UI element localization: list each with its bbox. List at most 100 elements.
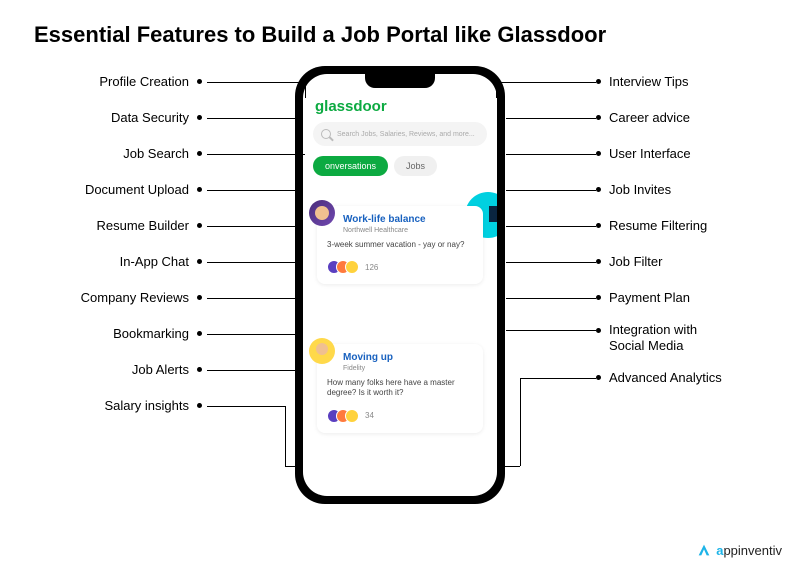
connector-line <box>207 298 295 299</box>
connector-line <box>207 154 305 155</box>
connector-line <box>520 378 521 466</box>
connector-line <box>305 82 306 98</box>
dot-icon <box>596 375 601 380</box>
reaction-count: 34 <box>365 411 374 420</box>
reactions: 34 <box>327 409 473 423</box>
feature-label: Data Security <box>111 110 189 125</box>
reaction-icons <box>327 409 359 423</box>
post-title: Work-life balance <box>343 214 473 225</box>
dot-icon <box>596 187 601 192</box>
feature-label: Job Alerts <box>132 362 189 377</box>
feature-data-security: Data Security <box>111 110 202 125</box>
dot-icon <box>596 115 601 120</box>
connector-line <box>207 226 295 227</box>
connector-line <box>285 406 286 466</box>
post-subtitle: Fidelity <box>343 365 473 372</box>
tab-jobs[interactable]: Jobs <box>394 156 437 176</box>
logo-icon <box>696 542 712 558</box>
feature-advanced-analytics: Advanced Analytics <box>596 370 722 385</box>
post-body: How many folks here have a master degree… <box>327 378 473 399</box>
phone-frame: glassdoor Search Jobs, Salaries, Reviews… <box>295 66 505 504</box>
feature-label: Resume Builder <box>97 218 190 233</box>
feature-job-search: Job Search <box>123 146 202 161</box>
dot-icon <box>197 259 202 264</box>
search-icon <box>321 129 331 139</box>
tab-conversations[interactable]: onversations <box>313 156 388 176</box>
connector-line <box>506 330 596 331</box>
search-input[interactable]: Search Jobs, Salaries, Reviews, and more… <box>313 122 487 146</box>
avatar <box>309 338 335 364</box>
feature-label: Company Reviews <box>81 290 189 305</box>
tab-bar: onversations Jobs <box>313 156 437 176</box>
dot-icon <box>596 79 601 84</box>
connector-line <box>207 82 305 83</box>
post-title: Moving up <box>343 352 473 363</box>
phone-screen: glassdoor Search Jobs, Salaries, Reviews… <box>303 74 497 496</box>
feature-label: Salary insights <box>104 398 189 413</box>
connector-line <box>207 262 295 263</box>
dot-icon <box>197 295 202 300</box>
dot-icon <box>197 367 202 372</box>
feature-label: Job Filter <box>609 254 662 269</box>
feature-label: Integration withSocial Media <box>609 322 697 353</box>
feature-document-upload: Document Upload <box>85 182 202 197</box>
feature-label: User Interface <box>609 146 691 161</box>
connector-line <box>506 190 596 191</box>
post-card[interactable]: Moving up Fidelity How many folks here h… <box>317 344 483 433</box>
feature-profile-creation: Profile Creation <box>99 74 202 89</box>
connector-line <box>520 378 596 379</box>
connector-line <box>496 82 497 98</box>
feature-label: Bookmarking <box>113 326 189 341</box>
feature-label: Interview Tips <box>609 74 688 89</box>
dot-icon <box>197 187 202 192</box>
connector-line <box>506 118 596 119</box>
post-card[interactable]: Work-life balance Northwell Healthcare 3… <box>317 206 483 284</box>
connector-line <box>207 370 295 371</box>
feature-interview-tips: Interview Tips <box>596 74 688 89</box>
connector-line <box>506 262 596 263</box>
feature-social-media: Integration withSocial Media <box>596 322 697 353</box>
connector-line <box>207 118 295 119</box>
feature-in-app-chat: In-App Chat <box>120 254 202 269</box>
dot-icon <box>197 115 202 120</box>
feature-label: Document Upload <box>85 182 189 197</box>
dot-icon <box>197 403 202 408</box>
connector-line <box>207 334 295 335</box>
phone-notch <box>365 74 435 88</box>
post-body: 3-week summer vacation - yay or nay? <box>327 240 473 250</box>
feature-job-alerts: Job Alerts <box>132 362 202 377</box>
feature-resume-filtering: Resume Filtering <box>596 218 707 233</box>
connector-line <box>496 82 596 83</box>
connector-line <box>207 190 295 191</box>
connector-line <box>207 406 285 407</box>
reactions: 126 <box>327 260 473 274</box>
reaction-count: 126 <box>365 263 378 272</box>
feature-job-invites: Job Invites <box>596 182 671 197</box>
connector-line <box>504 466 520 467</box>
dot-icon <box>596 223 601 228</box>
feature-label: Advanced Analytics <box>609 370 722 385</box>
connector-line <box>506 226 596 227</box>
post-subtitle: Northwell Healthcare <box>343 227 473 234</box>
footer-logo: appinventiv <box>696 542 782 558</box>
feature-label: Resume Filtering <box>609 218 707 233</box>
search-placeholder: Search Jobs, Salaries, Reviews, and more… <box>337 131 475 138</box>
dot-icon <box>197 151 202 156</box>
page-title: Essential Features to Build a Job Portal… <box>0 0 800 48</box>
smile-icon <box>345 409 359 423</box>
feature-company-reviews: Company Reviews <box>81 290 202 305</box>
footer-brand-text: appinventiv <box>716 543 782 558</box>
diagram-container: glassdoor Search Jobs, Salaries, Reviews… <box>0 58 800 528</box>
dot-icon <box>197 79 202 84</box>
feature-label: Career advice <box>609 110 690 125</box>
reaction-icons <box>327 260 359 274</box>
feature-user-interface: User Interface <box>596 146 691 161</box>
feature-resume-builder: Resume Builder <box>97 218 203 233</box>
feature-career-advice: Career advice <box>596 110 690 125</box>
feature-job-filter: Job Filter <box>596 254 662 269</box>
feature-label: Payment Plan <box>609 290 690 305</box>
feature-payment-plan: Payment Plan <box>596 290 690 305</box>
feature-label: Profile Creation <box>99 74 189 89</box>
dot-icon <box>596 295 601 300</box>
feature-bookmarking: Bookmarking <box>113 326 202 341</box>
